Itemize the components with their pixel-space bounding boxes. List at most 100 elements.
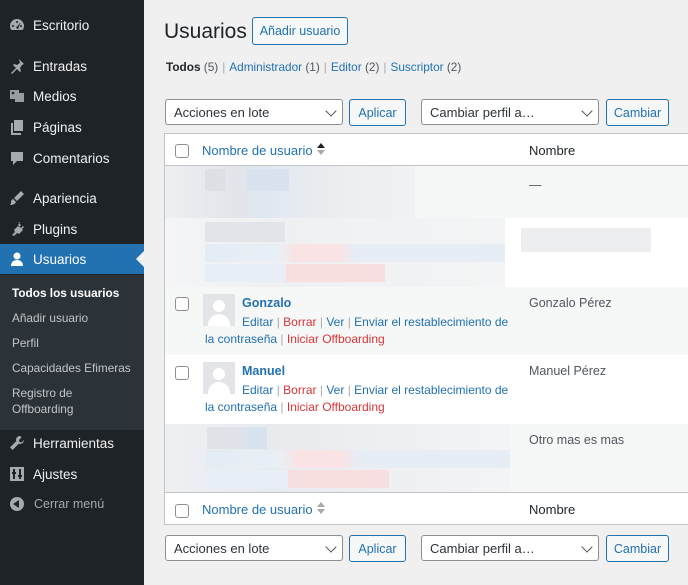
sidebar-item-comentarios[interactable]: Comentarios <box>0 143 144 173</box>
sort-arrows-icon[interactable] <box>317 143 325 155</box>
column-username-sortable[interactable]: Nombre de usuario <box>202 502 313 517</box>
offboarding-link[interactable]: Iniciar Offboarding <box>287 400 385 414</box>
collapse-menu-button[interactable]: Cerrar menú <box>0 494 104 514</box>
row-checkbox[interactable] <box>175 366 189 380</box>
redacted-block <box>205 169 225 191</box>
sidebar-item-entradas[interactable]: Entradas <box>0 51 144 81</box>
sidebar-item-medios[interactable]: Medios <box>0 81 144 111</box>
settings-icon <box>9 466 25 482</box>
user-full-name: Manuel Pérez <box>529 364 607 378</box>
dashboard-icon <box>9 17 25 33</box>
filter-subscriber[interactable]: Suscriptor <box>390 60 443 74</box>
redacted-actions <box>205 244 505 262</box>
table-row: Manuel Editar | Borrar | Ver | Enviar el… <box>165 355 688 424</box>
username-link[interactable]: Gonzalo <box>242 296 291 310</box>
submenu-anadir-usuario[interactable]: Añadir usuario <box>12 310 137 326</box>
column-username-sortable[interactable]: Nombre de usuario <box>202 143 313 158</box>
offboarding-link[interactable]: Iniciar Offboarding <box>287 332 385 346</box>
chevron-down-icon <box>325 105 337 117</box>
bulk-actions-select-top[interactable]: Acciones en lote <box>165 99 343 125</box>
submenu-capacidades-efimeras[interactable]: Capacidades Efimeras <box>12 360 137 376</box>
table-header: Nombre de usuario Nombre <box>165 134 688 166</box>
redacted-actions <box>205 470 389 488</box>
delete-link[interactable]: Borrar <box>283 383 316 397</box>
sidebar-item-usuarios[interactable]: Usuarios <box>0 244 144 274</box>
redacted-actions <box>205 264 385 282</box>
table-row: Otro mas es mas <box>165 424 688 492</box>
sidebar-item-label: Ajustes <box>33 466 78 482</box>
change-role-button-top[interactable]: Cambiar <box>606 99 669 126</box>
plugins-icon <box>9 221 25 237</box>
filter-all[interactable]: Todos <box>166 60 201 74</box>
change-role-select-bottom[interactable]: Cambiar perfil a… <box>421 535 599 561</box>
media-icon <box>9 88 25 104</box>
sidebar-item-label: Plugins <box>33 221 78 237</box>
row-checkbox[interactable] <box>175 297 189 311</box>
column-name: Nombre <box>529 502 576 517</box>
redacted-username <box>165 166 415 218</box>
filter-administrator[interactable]: Administrador <box>229 60 302 74</box>
filter-admin-count: (1) <box>305 60 320 74</box>
reset-password-link-cont[interactable]: la contraseña <box>205 400 277 414</box>
view-link[interactable]: Ver <box>326 315 344 329</box>
table-row: — <box>165 166 688 218</box>
bulk-actions-select-bottom[interactable]: Acciones en lote <box>165 535 343 561</box>
table-footer: Nombre de usuario Nombre <box>165 492 688 524</box>
sidebar-item-label: Entradas <box>33 58 88 74</box>
sidebar-item-label: Usuarios <box>33 251 87 267</box>
chevron-down-icon <box>325 541 337 553</box>
username-link[interactable]: Manuel <box>242 364 285 378</box>
add-user-button[interactable]: Añadir usuario <box>252 17 348 45</box>
submenu-registro-offboarding[interactable]: Registro de Offboarding <box>12 385 102 417</box>
reset-password-link-cont[interactable]: la contraseña <box>205 332 277 346</box>
sidebar-item-label: Apariencia <box>33 190 97 206</box>
pin-icon <box>9 58 25 74</box>
sidebar-item-apariencia[interactable]: Apariencia <box>0 183 144 213</box>
table-row <box>165 218 688 287</box>
table-row: Gonzalo Editar | Borrar | Ver | Enviar e… <box>165 287 688 355</box>
users-submenu: Todos los usuarios Añadir usuario Perfil… <box>0 275 144 430</box>
filter-editor[interactable]: Editor <box>331 60 362 74</box>
edit-link[interactable]: Editar <box>242 315 273 329</box>
apply-button-top[interactable]: Aplicar <box>349 99 406 126</box>
delete-link[interactable]: Borrar <box>283 315 316 329</box>
pages-icon <box>9 119 25 135</box>
user-full-name: — <box>529 178 542 192</box>
sidebar-item-paginas[interactable]: Páginas <box>0 112 144 142</box>
row-actions: Editar | Borrar | Ver | Enviar el restab… <box>205 383 509 414</box>
select-all-checkbox-bottom[interactable] <box>175 504 189 518</box>
users-icon <box>9 251 25 267</box>
filter-subscriber-count: (2) <box>446 60 462 74</box>
redacted-block <box>205 222 285 242</box>
sidebar-item-plugins[interactable]: Plugins <box>0 214 144 244</box>
edit-link[interactable]: Editar <box>242 383 273 397</box>
redacted-actions <box>205 450 510 468</box>
submenu-perfil[interactable]: Perfil <box>12 335 137 351</box>
admin-sidebar: Escritorio Entradas Medios Páginas Comen… <box>0 0 144 585</box>
submenu-todos-los-usuarios[interactable]: Todos los usuarios <box>12 285 137 301</box>
sort-arrows-icon[interactable] <box>317 502 325 514</box>
change-role-select-top[interactable]: Cambiar perfil a… <box>421 99 599 125</box>
sidebar-item-label: Herramientas <box>33 435 115 451</box>
collapse-menu-label: Cerrar menú <box>34 497 105 511</box>
comments-icon <box>9 150 25 166</box>
user-full-name: Otro mas es mas <box>529 433 625 447</box>
sidebar-item-herramientas[interactable]: Herramientas <box>0 428 144 458</box>
tools-icon <box>9 435 25 451</box>
sidebar-item-label: Escritorio <box>33 17 90 33</box>
filter-all-count: (5) <box>203 60 219 74</box>
main-content: Usuarios Añadir usuario Todos (5) | Admini… <box>144 0 688 585</box>
select-all-checkbox[interactable] <box>175 144 189 158</box>
sidebar-item-escritorio[interactable]: Escritorio <box>0 10 144 40</box>
view-link[interactable]: Ver <box>326 383 344 397</box>
change-role-button-bottom[interactable]: Cambiar <box>606 535 669 562</box>
redacted-block <box>247 169 289 191</box>
row-actions: Editar | Borrar | Ver | Enviar el restab… <box>205 315 509 346</box>
sidebar-item-ajustes[interactable]: Ajustes <box>0 459 144 489</box>
reset-password-link[interactable]: Enviar el restablecimiento de <box>354 315 508 329</box>
user-full-name: Gonzalo Pérez <box>529 296 612 310</box>
reset-password-link[interactable]: Enviar el restablecimiento de <box>354 383 508 397</box>
apply-button-bottom[interactable]: Aplicar <box>349 535 406 562</box>
sidebar-item-label: Páginas <box>33 119 82 135</box>
redacted-name <box>521 228 651 252</box>
